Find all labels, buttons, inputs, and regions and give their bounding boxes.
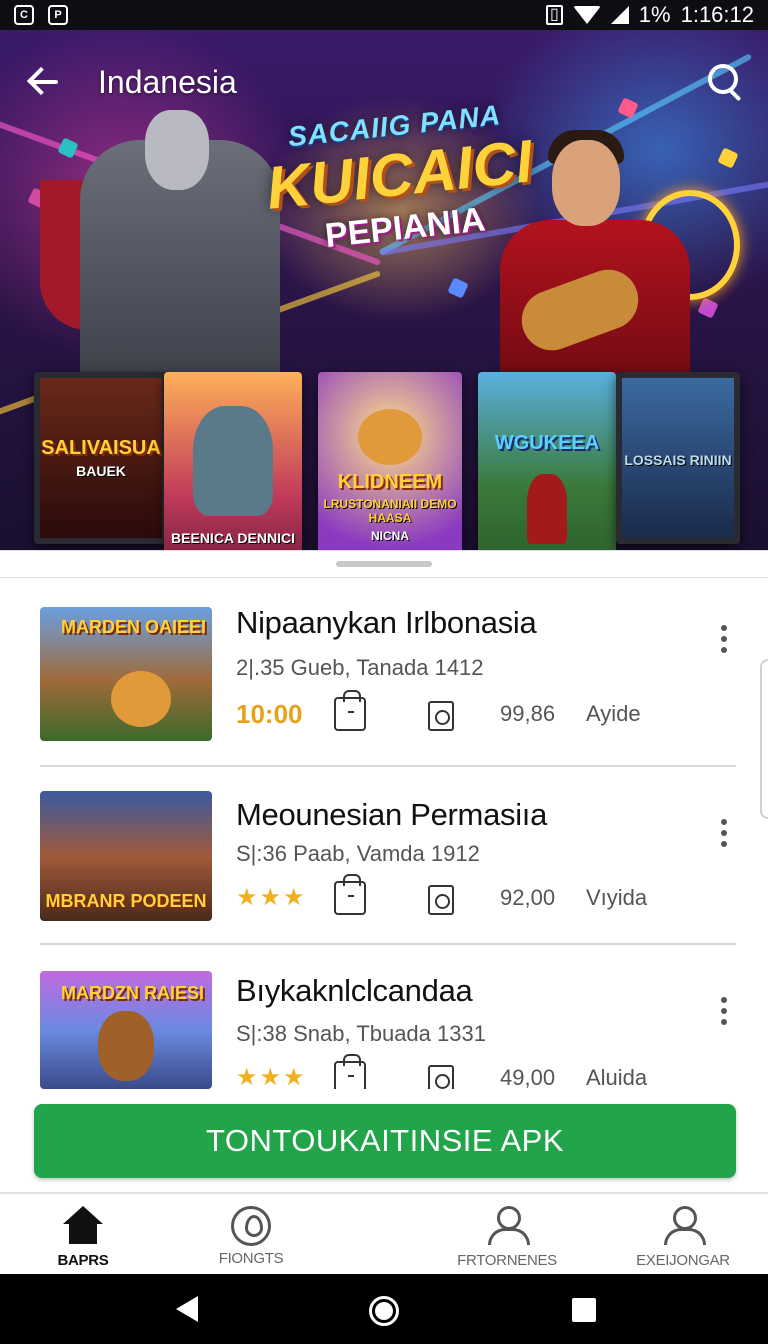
nav-item-profile-edit[interactable]: FRTORNENES: [432, 1194, 582, 1276]
game-score: 99,86: [500, 701, 556, 726]
clock: 1:16:12: [680, 2, 754, 27]
more-options-icon[interactable]: [712, 815, 736, 851]
game-thumbnail: MARDEN OAIEEI: [40, 607, 212, 741]
nav-label: EXEIJONGAR: [636, 1252, 730, 1269]
hero-card-title: SALIVAISUA: [41, 437, 161, 459]
hero-card-title: WGUKEEA: [494, 432, 600, 454]
game-score: 49,00: [500, 1065, 556, 1089]
status-bar: C P ▯ 1% 1:16:12: [0, 0, 768, 30]
home-icon: [61, 1204, 105, 1248]
back-arrow-icon[interactable]: [24, 62, 64, 102]
game-score: 92,00: [500, 885, 556, 910]
game-title[interactable]: Bıykaknlclcandaa: [236, 973, 473, 1009]
divider: [40, 765, 736, 767]
game-meta: S|:38 Snab, Tbuada 1331: [236, 1021, 486, 1046]
list-item[interactable]: MARDEN OAIEEI Nipaanykan Irlbonasia 2|.3…: [40, 605, 736, 767]
game-size: Vıyida: [586, 885, 648, 910]
more-options-icon[interactable]: [712, 993, 736, 1029]
nav-label: BAPRS: [57, 1252, 109, 1269]
camera-icon[interactable]: [428, 885, 454, 915]
hero-card-2[interactable]: BEENICA DENNICI: [164, 372, 302, 550]
hero-card-footer: NICNA: [371, 529, 409, 543]
game-time: 10:00: [236, 699, 303, 729]
game-meta: S|:36 Paab, Vamda 1912: [236, 841, 480, 866]
bottom-nav: BAPRS FIONGTS FRTORNENES EXEIJONGAR: [0, 1192, 768, 1274]
rating-stars: ★★★: [236, 884, 307, 911]
game-size: Ayide: [586, 701, 641, 726]
game-title[interactable]: Nipaanykan Irlbonasia: [236, 605, 537, 641]
rating-stars: ★★★: [236, 1064, 307, 1089]
vibrate-icon: ▯: [545, 5, 563, 25]
camera-icon[interactable]: [428, 1065, 454, 1089]
hero-card-title: KLIDNEEM: [337, 471, 443, 493]
search-icon[interactable]: [704, 62, 744, 102]
download-apk-button[interactable]: TONTOUKAITINSIE APK: [34, 1104, 736, 1178]
thumbnail-text: MARDZN RAIESI: [61, 983, 204, 1003]
divider: [0, 577, 768, 578]
drag-handle[interactable]: [336, 561, 432, 567]
nav-item-account[interactable]: EXEIJONGAR: [608, 1194, 758, 1276]
game-meta: 2|.35 Gueb, Tanada 1412: [236, 655, 484, 680]
shopping-bag-icon[interactable]: [334, 874, 366, 915]
game-thumbnail: MBRANR PODEEN: [40, 791, 212, 921]
page-title: Indanesia: [98, 63, 237, 100]
nav-item-location[interactable]: FIONGTS: [176, 1194, 326, 1276]
notification-p-icon: P: [48, 5, 68, 25]
hero-card-5[interactable]: LOSSAIS RINIIN: [616, 372, 740, 544]
game-list-sheet: MARDEN OAIEEI Nipaanykan Irlbonasia 2|.3…: [0, 550, 768, 1196]
signal-icon: [610, 6, 629, 24]
wifi-icon: [572, 6, 601, 24]
hero-card-subtitle: BEENICA DENNICI: [171, 530, 295, 546]
hero-card-1[interactable]: SALIVAISUA BAUEK: [34, 372, 168, 544]
system-nav-bar: [0, 1274, 768, 1344]
hero-card-3[interactable]: KLIDNEEM LRUSTONANIAII DEMO HAASA NICNA: [318, 372, 462, 550]
system-back-icon[interactable]: [176, 1296, 198, 1322]
system-recents-icon[interactable]: [572, 1298, 596, 1322]
notification-c-icon: C: [14, 5, 34, 25]
hero-card-subtitle: LRUSTONANIAII DEMO HAASA: [323, 497, 457, 525]
scrollbar[interactable]: [760, 659, 768, 819]
more-options-icon[interactable]: [712, 621, 736, 657]
hero-card-4[interactable]: WGUKEEA: [478, 372, 616, 550]
camera-icon[interactable]: [428, 701, 454, 731]
thumbnail-text: MARDEN OAIEEI: [60, 617, 206, 637]
shopping-bag-icon[interactable]: [334, 1054, 366, 1089]
thumbnail-text: MBRANR PODEEN: [45, 891, 207, 911]
system-home-icon[interactable]: [369, 1296, 399, 1326]
user-edit-icon: [485, 1204, 530, 1248]
game-title[interactable]: Meounesian Permasiıa: [236, 797, 547, 833]
app-bar: Indanesia: [0, 30, 768, 134]
hero-card-row: SALIVAISUA BAUEK BEENICA DENNICI KLIDNEE…: [0, 368, 768, 550]
game-thumbnail: MARDZN RAIESI: [40, 971, 212, 1089]
nav-label: FIONGTS: [218, 1250, 284, 1267]
location-pin-icon: [231, 1206, 271, 1246]
nav-item-home[interactable]: BAPRS: [8, 1194, 158, 1276]
list-item[interactable]: MBRANR PODEEN Meounesian Permasiıa S|:36…: [40, 791, 736, 941]
shopping-bag-icon[interactable]: [334, 690, 366, 731]
user-icon: [661, 1204, 706, 1248]
battery-level: 1%: [638, 2, 671, 27]
hero-card-subtitle: LOSSAIS RINIIN: [624, 452, 732, 468]
hero-card-subtitle: BAUEK: [76, 463, 126, 479]
nav-label: FRTORNENES: [457, 1252, 557, 1269]
game-size: Aluida: [586, 1065, 648, 1089]
divider: [40, 943, 736, 945]
list-item[interactable]: MARDZN RAIESI Bıykaknlclcandaa S|:38 Sna…: [40, 971, 736, 1089]
